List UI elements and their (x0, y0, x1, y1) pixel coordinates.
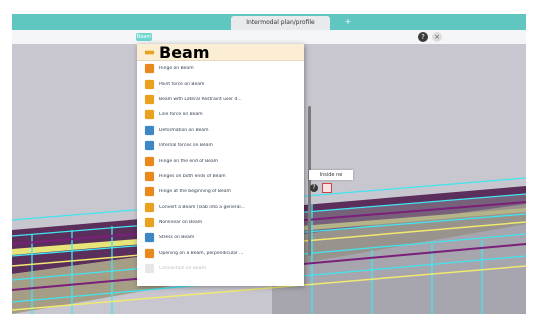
menu-item[interactable]: Line force on Beam (137, 107, 304, 122)
menu-item-label: Nonlinear on Beam (159, 220, 203, 226)
internal-forces-icon (144, 141, 155, 151)
menu-item[interactable]: Hinge at the beginning of Beam (137, 184, 304, 199)
menu-item-label: Opening on a Beam, perpendicular ... (159, 250, 244, 256)
menu-item[interactable]: Deformation on Beam (137, 123, 304, 138)
menu-item[interactable]: Point force on Beam (137, 76, 304, 91)
beam-restraint-icon (144, 94, 155, 105)
tab-title: Intermodal plan/profile (246, 19, 315, 26)
menu-item[interactable]: Connection on Beam (137, 261, 304, 276)
app-window: Intermodal plan/profile + Beam ? × Beam … (12, 14, 526, 314)
toolbar: Beam ? × (12, 30, 526, 44)
beam-icon (144, 50, 155, 54)
menu-item[interactable]: Hinges on both ends of Beam (137, 169, 304, 184)
hinge-icon (144, 64, 155, 74)
opening-icon (144, 248, 155, 258)
help-icon[interactable]: ? (418, 32, 428, 42)
convert-icon (144, 202, 155, 212)
hover-tooltip: Inside ne (309, 170, 353, 180)
menu-header-label: Beam (159, 42, 210, 62)
context-menu: Beam Hinge on Beam Point force on Beam Bea… (137, 42, 304, 286)
menu-item-label: Line force on Beam (159, 112, 203, 118)
menu-item[interactable]: Hinge on Beam (137, 61, 304, 76)
menu-item[interactable]: Nonlinear on Beam (137, 215, 304, 230)
entity-type-chip[interactable]: Beam (136, 33, 152, 41)
tooltip-label: Inside ne (319, 172, 343, 178)
menu-list: Hinge on Beam Point force on Beam Beam wit… (137, 61, 304, 276)
menu-item[interactable]: Internal forces on Beam (137, 138, 304, 153)
menu-header: Beam (137, 42, 304, 62)
menu-item-label: Hinge on the end of Beam (159, 158, 219, 164)
menu-item[interactable]: Stress on Beam (137, 230, 304, 245)
connection-icon (144, 264, 155, 274)
close-icon[interactable]: × (432, 32, 442, 42)
point-force-icon (144, 79, 155, 89)
hinge-end-icon (144, 156, 155, 166)
menu-item[interactable]: Hinge on the end of Beam (137, 153, 304, 168)
menu-item-label: Connection on Beam (159, 266, 206, 272)
stress-icon (144, 233, 155, 243)
menu-item-label: Internal forces on Beam (159, 143, 213, 149)
menu-item-label: Deformation on Beam (159, 127, 209, 133)
tooltip-action-icon[interactable] (322, 183, 332, 193)
menu-item[interactable]: Convert a Beam (slab into a general... (137, 200, 304, 215)
title-bar: Intermodal plan/profile + (12, 14, 526, 30)
hinges-both-icon (144, 171, 155, 182)
tab-active[interactable]: Intermodal plan/profile (231, 16, 330, 30)
hinge-begin-icon (144, 187, 155, 197)
deformation-icon (144, 125, 155, 135)
menu-item-label: Convert a Beam (slab into a general... (159, 204, 245, 210)
tooltip-help-icon[interactable]: ? (310, 184, 318, 192)
menu-item[interactable]: Opening on a Beam, perpendicular ... (137, 246, 304, 261)
menu-scrollbar[interactable] (308, 106, 311, 256)
menu-item-label: Hinges on both ends of Beam (159, 173, 226, 179)
new-tab-icon[interactable]: + (342, 16, 354, 28)
menu-item-label: Hinge on Beam (159, 66, 194, 72)
nonlinear-icon (144, 218, 155, 228)
line-force-icon (144, 110, 155, 120)
menu-item-label: Hinge at the beginning of Beam (159, 189, 231, 195)
menu-item-label: Point force on Beam (159, 81, 205, 87)
menu-item-label: Beam with Lateral Restraint user d... (159, 96, 242, 102)
menu-item-label: Stress on Beam (159, 235, 195, 241)
menu-item[interactable]: Beam with Lateral Restraint user d... (137, 92, 304, 107)
